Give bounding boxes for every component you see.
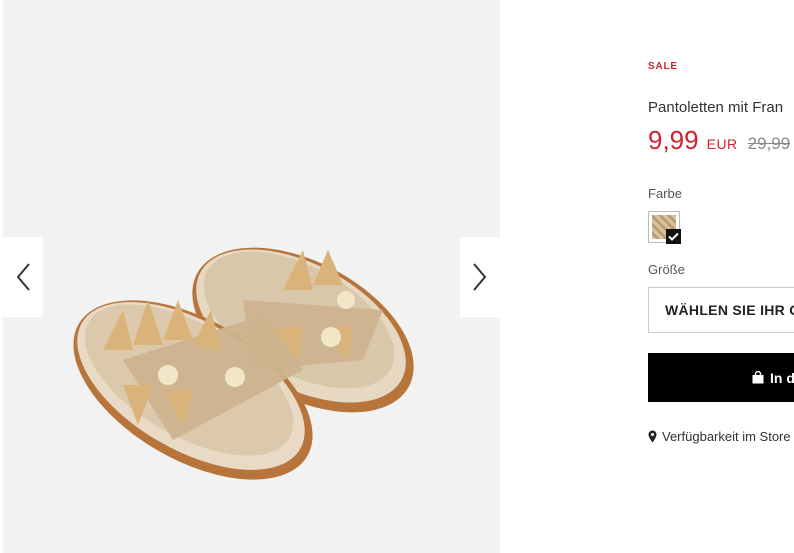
availability-label: Verfügbarkeit im Store: [662, 429, 791, 444]
color-swatch[interactable]: [648, 211, 681, 244]
product-title: Pantoletten mit Fran: [648, 99, 784, 116]
check-icon: [666, 229, 681, 244]
currency: EUR: [706, 136, 738, 152]
old-price: 29,99: [747, 134, 791, 153]
current-price: 9,99: [648, 125, 699, 155]
price-row: 9,99 EUR 29,99: [648, 125, 790, 156]
store-availability-link[interactable]: Verfügbarkeit im Store: [648, 429, 791, 444]
product-image: [73, 247, 414, 480]
map-pin-icon: [648, 430, 657, 443]
size-label: Größe: [648, 262, 685, 277]
product-info-panel: SALE Pantoletten mit Fran 9,99 EUR 29,99…: [648, 0, 794, 553]
sale-badge: SALE: [648, 61, 678, 72]
chevron-right-icon: [473, 263, 487, 291]
size-select[interactable]: WÄHLEN SIE IHR G: [648, 287, 794, 333]
product-gallery: [3, 0, 500, 553]
previous-image-button[interactable]: [3, 237, 43, 317]
add-to-cart-label: In d: [770, 369, 794, 386]
add-to-cart-button[interactable]: In d: [648, 353, 794, 402]
color-label: Farbe: [648, 186, 682, 201]
shopping-bag-icon: [752, 371, 764, 384]
next-image-button[interactable]: [460, 237, 500, 317]
chevron-left-icon: [16, 263, 30, 291]
